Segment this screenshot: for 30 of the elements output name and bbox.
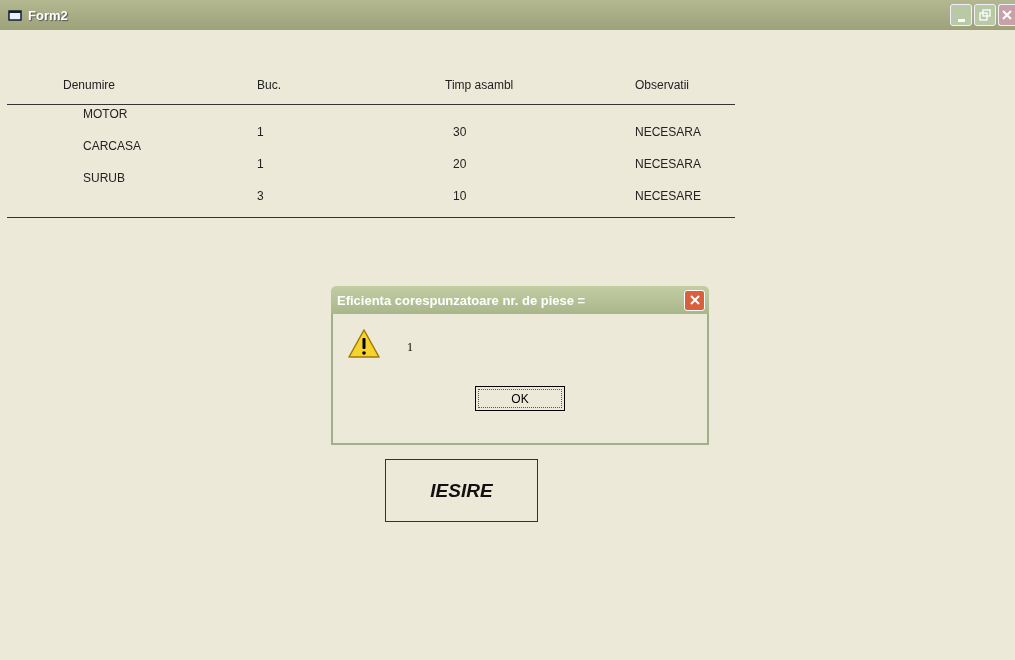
dialog-title: Eficienta corespunzatoare nr. de piese = (337, 292, 587, 308)
table-cell-text: MOTOR (82, 107, 129, 121)
table-cell-text: 30 (452, 125, 468, 139)
warning-icon (347, 328, 381, 360)
column-header: Timp asambl (445, 78, 515, 92)
close-button[interactable] (998, 4, 1015, 26)
minimize-icon (957, 18, 965, 22)
exit-button[interactable]: IESIRE (385, 459, 538, 522)
table-cell-text: 10 (452, 189, 468, 203)
column-header: Buc. (257, 78, 282, 92)
table-cell-text: 3 (257, 189, 265, 203)
table-cell-text: 1 (257, 157, 265, 171)
table-cell-text: SURUB (82, 171, 126, 185)
table-cell-text: CARCASA (82, 139, 142, 153)
window-title: Form2 (28, 7, 68, 23)
ok-button[interactable]: OK (475, 386, 565, 411)
table-cell-text: NECESARA (635, 125, 703, 139)
table-cell-text: 1 (257, 125, 265, 139)
minimize-button[interactable] (950, 4, 972, 26)
restore-button[interactable] (974, 4, 996, 26)
close-icon (688, 294, 701, 306)
restore-icon (979, 9, 991, 21)
window-icon (8, 9, 22, 21)
table-cell-text: 20 (452, 157, 468, 171)
column-header: Observatii (635, 78, 691, 92)
close-icon (1001, 9, 1013, 21)
table-cell-text: NECESARE (635, 189, 703, 203)
column-header: Denumire (62, 78, 117, 92)
dialog-message: 1 (407, 340, 413, 355)
table-cell-text: NECESARA (635, 157, 703, 171)
